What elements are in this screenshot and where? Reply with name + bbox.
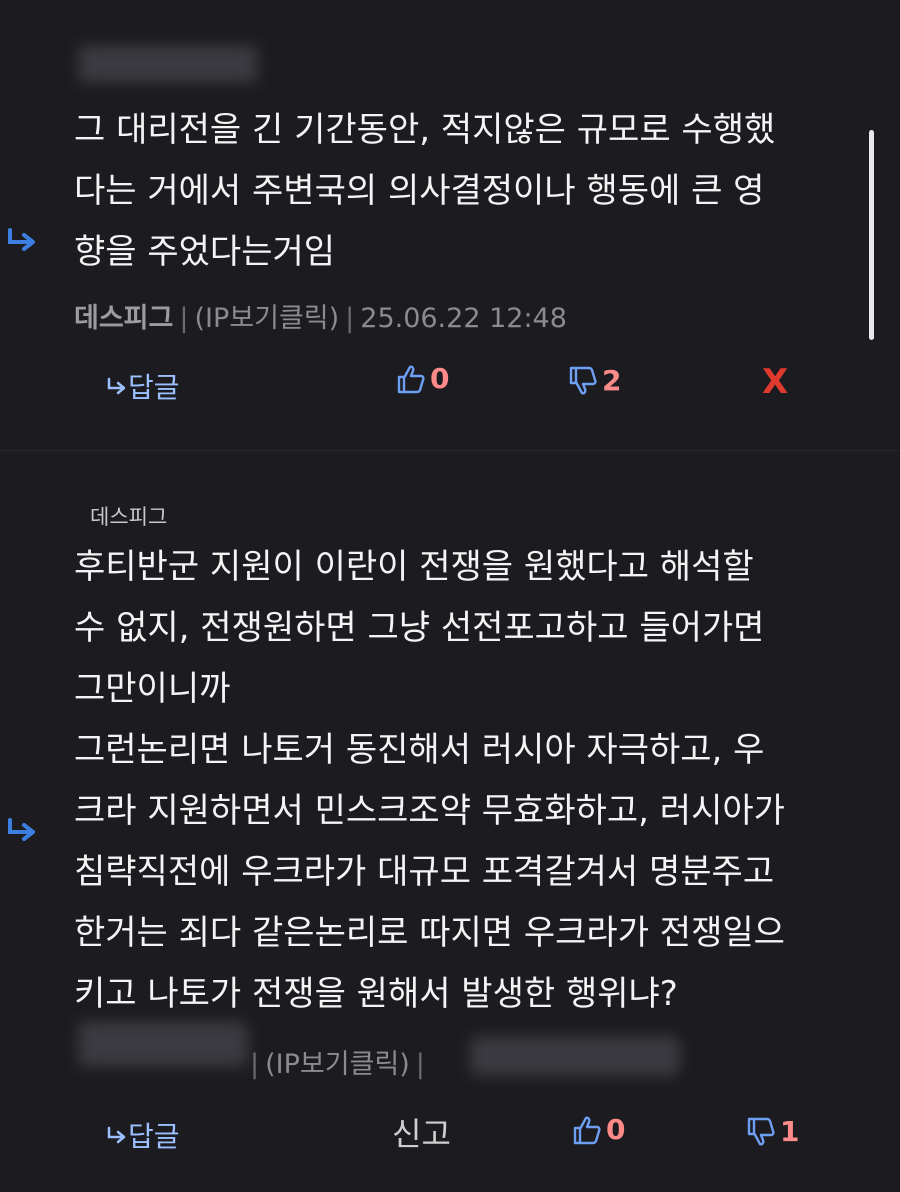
- reply-label: 답글: [128, 1120, 180, 1153]
- reply-arrow-icon: [107, 377, 126, 395]
- ip-view-link[interactable]: (IP보기클릭): [194, 303, 339, 334]
- reply-to-author: 데스피그: [90, 505, 168, 529]
- comment-meta: | (IP보기클릭) |: [244, 1042, 431, 1081]
- timestamp: 25.06.22 12:48: [360, 303, 567, 334]
- redacted-username: [78, 45, 258, 83]
- divider: |: [415, 1049, 425, 1080]
- like-button[interactable]: 0: [572, 1113, 625, 1146]
- dislike-count: 2: [602, 364, 622, 397]
- like-count: 0: [606, 1113, 626, 1146]
- comment-meta: 데스피그 | (IP보기클릭) | 25.06.22 12:48: [74, 296, 567, 335]
- ip-view-link[interactable]: (IP보기클릭): [265, 1049, 410, 1080]
- like-count: 0: [430, 362, 450, 395]
- thumbs-up-icon: [573, 1116, 601, 1144]
- divider: |: [179, 303, 189, 334]
- delete-button[interactable]: X: [762, 362, 788, 402]
- reply-button[interactable]: 답글: [106, 366, 180, 406]
- thumbs-up-icon: [397, 365, 425, 393]
- dislike-count: 1: [780, 1115, 800, 1148]
- reply-arrow-icon: [8, 818, 35, 841]
- redacted-username: [78, 1021, 248, 1067]
- redacted-timestamp: [470, 1036, 680, 1076]
- report-button[interactable]: 신고: [392, 1109, 451, 1155]
- dislike-button[interactable]: 2: [568, 364, 621, 397]
- comment-1: 그 대리전을 긴 기간동안, 적지않은 규모로 수행했 다는 거에서 주변국의 …: [0, 0, 900, 450]
- author-name[interactable]: 데스피그: [74, 303, 173, 334]
- thumbs-down-icon: [747, 1117, 775, 1145]
- reply-label: 답글: [128, 371, 180, 404]
- scrollbar[interactable]: [869, 130, 874, 340]
- divider: |: [250, 1049, 260, 1080]
- reply-arrow-icon: [107, 1126, 126, 1144]
- dislike-button[interactable]: 1: [746, 1115, 799, 1148]
- reply-button[interactable]: 답글: [106, 1115, 180, 1155]
- thumbs-down-icon: [569, 366, 597, 394]
- comment-body: 그 대리전을 긴 기간동안, 적지않은 규모로 수행했 다는 거에서 주변국의 …: [74, 110, 776, 272]
- like-button[interactable]: 0: [396, 362, 449, 395]
- comment-body: 후티반군 지원이 이란이 전쟁을 원했다고 해석할 수 없지, 전쟁원하면 그냥…: [74, 547, 785, 1014]
- comment-2: 데스피그 후티반군 지원이 이란이 전쟁을 원했다고 해석할 수 없지, 전쟁원…: [0, 450, 900, 1192]
- reply-arrow-icon: [8, 228, 35, 251]
- divider: |: [345, 303, 355, 334]
